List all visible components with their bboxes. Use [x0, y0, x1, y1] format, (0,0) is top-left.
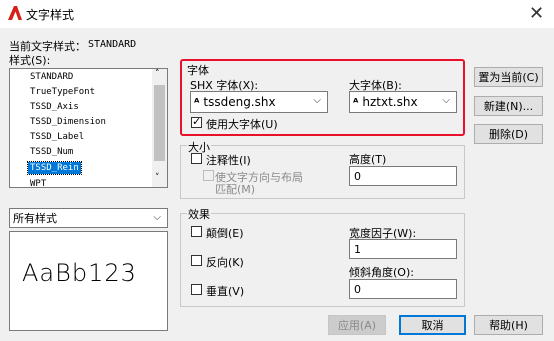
vertical-checkbox[interactable]	[191, 284, 202, 295]
window-title: 文字样式	[26, 8, 75, 22]
styles-scrollbar[interactable]: ˄ ˅	[152, 69, 167, 187]
style-item[interactable]: TSSD_Axis	[30, 102, 79, 112]
style-item[interactable]: STANDARD	[30, 72, 73, 82]
shx-font-select[interactable]: ᴬ tssdeng.shx ⌵	[190, 91, 328, 113]
font-group-label: 字体	[187, 64, 209, 77]
chevron-down-icon: ⌵	[313, 95, 321, 106]
scroll-down-icon[interactable]: ˅	[155, 173, 160, 183]
annotative-label: 注释性(I)	[206, 154, 251, 167]
backwards-checkbox[interactable]	[191, 255, 202, 266]
style-item[interactable]: TSSD_Dimension	[30, 117, 106, 127]
vertical-label: 垂直(V)	[206, 285, 245, 298]
chevron-down-icon: ⌵	[153, 212, 161, 223]
use-big-font-label: 使用大字体(U)	[206, 118, 278, 131]
new-style-button[interactable]: 新建(N)...	[474, 96, 543, 116]
upside-down-label: 颠倒(E)	[206, 227, 244, 240]
oblique-angle-input[interactable]: 0	[349, 279, 457, 299]
height-input[interactable]: 0	[349, 166, 457, 186]
delete-style-button[interactable]: 删除(D)	[474, 124, 543, 144]
title-bar: 文字样式 ✕	[0, 0, 554, 28]
close-icon[interactable]: ✕	[529, 3, 544, 24]
current-style-value: STANDARD	[88, 39, 137, 50]
shx-font-value: tssdeng.shx	[203, 95, 276, 109]
match-orientation-label-2: 匹配(M)	[215, 183, 256, 196]
scroll-thumb[interactable]	[154, 85, 165, 161]
autocad-logo-icon	[8, 6, 22, 20]
chevron-down-icon: ⌵	[442, 95, 450, 106]
match-orientation-checkbox[interactable]	[203, 170, 214, 181]
styles-list[interactable]: STANDARD TrueTypeFont TSSD_Axis TSSD_Dim…	[9, 68, 168, 188]
style-item[interactable]: TSSD_Num	[30, 147, 73, 157]
style-item[interactable]: WPT	[30, 179, 46, 187]
backwards-label: 反向(K)	[206, 256, 244, 269]
set-current-button[interactable]: 置为当前(C)	[474, 67, 543, 87]
cancel-button[interactable]: 取消	[399, 315, 466, 335]
style-filter-select[interactable]: 所有样式 ⌵	[9, 208, 168, 228]
apply-button[interactable]: 应用(A)	[328, 315, 386, 335]
style-item-selected[interactable]: TSSD_Rein	[27, 161, 82, 175]
styles-label: 样式(S):	[9, 54, 51, 67]
oblique-angle-label: 倾斜角度(O):	[349, 266, 414, 279]
big-font-value: hztxt.shx	[362, 95, 418, 109]
help-button[interactable]: 帮助(H)	[474, 315, 543, 335]
effects-group-label: 效果	[187, 206, 211, 222]
preview-box: AaBb123	[9, 231, 168, 331]
style-item[interactable]: TrueTypeFont	[30, 87, 95, 97]
use-big-font-checkbox[interactable]	[191, 115, 202, 128]
style-item[interactable]: TSSD_Label	[30, 132, 84, 142]
style-filter-value: 所有样式	[13, 212, 57, 225]
big-font-select[interactable]: ᴬ hztxt.shx ⌵	[349, 91, 457, 113]
height-label: 高度(T)	[349, 153, 387, 166]
width-factor-input[interactable]: 1	[349, 239, 457, 259]
scroll-up-icon[interactable]: ˄	[155, 69, 160, 79]
shx-font-type-icon: ᴬ	[194, 95, 200, 109]
upside-down-checkbox[interactable]	[191, 226, 202, 237]
preview-text: AaBb123	[22, 259, 137, 287]
annotative-checkbox[interactable]	[191, 153, 202, 164]
big-font-type-icon: ᴬ	[353, 95, 359, 109]
